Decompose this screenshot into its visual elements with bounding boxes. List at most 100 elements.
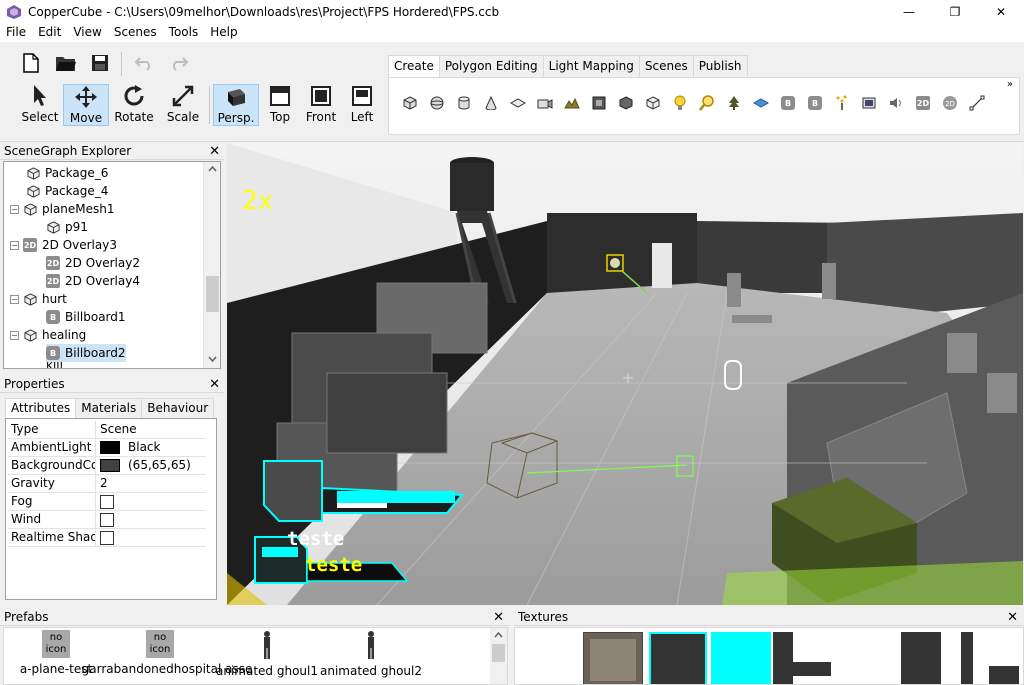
tree-item[interactable]: kill	[46, 362, 63, 368]
tree-item[interactable]: 2D 2D Overlay4	[46, 272, 140, 290]
tab-behaviour[interactable]: Behaviour	[141, 398, 215, 418]
texture-thumbnail[interactable]	[773, 632, 833, 684]
tree-item[interactable]: − planeMesh1	[10, 200, 115, 218]
undo-button[interactable]	[131, 50, 157, 76]
wind-checkbox[interactable]	[100, 512, 114, 527]
create-mesh-icon[interactable]	[617, 94, 635, 112]
close-button[interactable]: ✕	[978, 0, 1024, 23]
fog-checkbox[interactable]	[100, 494, 114, 509]
collapse-toggle-icon[interactable]: −	[10, 204, 19, 214]
tab-light-mapping[interactable]: Light Mapping	[542, 55, 640, 77]
texture-thumbnail[interactable]	[583, 632, 643, 684]
tree-item[interactable]: p91	[46, 218, 88, 236]
property-row-backgroundcolor[interactable]: BackgroundColor (65,65,65)	[8, 457, 206, 475]
create-water-icon[interactable]	[752, 94, 770, 112]
scrollbar-thumb[interactable]	[492, 644, 505, 662]
property-row-gravity[interactable]: Gravity 2	[8, 475, 206, 493]
scenegraph-close-icon[interactable]: ✕	[209, 143, 220, 160]
create-skybox-icon[interactable]	[590, 94, 608, 112]
minimize-button[interactable]: —	[886, 0, 932, 23]
scale-tool-button[interactable]: Scale	[160, 84, 206, 126]
ambient-color-swatch[interactable]	[100, 441, 120, 454]
save-button[interactable]	[87, 50, 113, 76]
scroll-up-icon[interactable]	[494, 632, 503, 638]
top-view-button[interactable]: Top	[257, 84, 303, 126]
property-row-realtime-shadows[interactable]: Realtime Shadows	[8, 529, 206, 547]
collapse-toggle-icon[interactable]: −	[10, 240, 19, 250]
tab-create[interactable]: Create	[388, 55, 440, 78]
create-search-icon[interactable]	[698, 94, 716, 112]
texture-thumbnail[interactable]	[649, 632, 707, 684]
scenegraph-tree[interactable]: Package_6 Package_4 − planeMesh1 p91 − 2…	[3, 161, 221, 369]
tab-polygon-editing[interactable]: Polygon Editing	[438, 55, 544, 77]
create-light-icon[interactable]	[671, 94, 689, 112]
create-cone-icon[interactable]	[482, 94, 500, 112]
prefab-item[interactable]: no icon garrabandonedhospital asse	[82, 630, 252, 676]
tab-materials[interactable]: Materials	[75, 398, 143, 418]
property-row-fog[interactable]: Fog	[8, 493, 206, 511]
menu-edit[interactable]: Edit	[32, 23, 67, 42]
create-tree-icon[interactable]	[725, 94, 743, 112]
menu-view[interactable]: View	[67, 23, 107, 42]
property-row-type[interactable]: Type Scene	[8, 421, 206, 439]
create-2d-overlay-icon[interactable]: 2D	[914, 94, 932, 112]
texture-thumbnail[interactable]	[835, 632, 895, 684]
collapse-toggle-icon[interactable]: −	[10, 330, 19, 340]
tree-item-selected[interactable]: B Billboard2	[46, 344, 126, 362]
front-view-button[interactable]: Front	[298, 84, 344, 126]
maximize-button[interactable]: ❐	[932, 0, 978, 23]
texture-thumbnail[interactable]	[711, 632, 771, 684]
tree-item[interactable]: − 2D 2D Overlay3	[10, 236, 117, 254]
tree-item[interactable]: 2D 2D Overlay2	[46, 254, 140, 272]
menu-help[interactable]: Help	[204, 23, 243, 42]
create-image-icon[interactable]	[860, 94, 878, 112]
create-cube-icon[interactable]	[401, 94, 419, 112]
create-billboard-text-icon[interactable]: B	[806, 94, 824, 112]
property-row-ambientlight[interactable]: AmbientLight Black	[8, 439, 206, 457]
menu-scenes[interactable]: Scenes	[108, 23, 163, 42]
more-chevron-icon[interactable]: »	[1007, 79, 1013, 90]
create-cylinder-icon[interactable]	[455, 94, 473, 112]
tree-item[interactable]: − healing	[10, 326, 86, 344]
select-tool-button[interactable]: Select	[17, 84, 63, 126]
create-terrain-icon[interactable]	[563, 94, 581, 112]
prefab-item[interactable]: animated ghoul2	[320, 630, 422, 678]
create-billboard-icon[interactable]: B	[779, 94, 797, 112]
menu-tools[interactable]: Tools	[163, 23, 205, 42]
create-sphere-icon[interactable]	[428, 94, 446, 112]
prefab-item[interactable]: animated ghoul1	[216, 630, 318, 678]
properties-close-icon[interactable]: ✕	[209, 376, 220, 393]
3d-viewport[interactable]: 2x teste teste	[227, 143, 1023, 605]
tab-publish[interactable]: Publish	[692, 55, 748, 77]
create-path-icon[interactable]	[968, 94, 986, 112]
prefabs-scrollbar[interactable]	[490, 628, 507, 684]
left-view-button[interactable]: Left	[339, 84, 385, 126]
tree-item[interactable]: B Billboard1	[46, 308, 126, 326]
scroll-up-icon[interactable]	[208, 166, 217, 172]
collapse-toggle-icon[interactable]: −	[10, 294, 19, 304]
tree-item[interactable]: Package_6	[26, 164, 108, 182]
property-value[interactable]: 2	[96, 475, 108, 492]
tree-item[interactable]: − hurt	[10, 290, 67, 308]
prefabs-close-icon[interactable]: ✕	[493, 609, 504, 626]
tree-item[interactable]: Package_4	[26, 182, 108, 200]
create-sound-icon[interactable]	[887, 94, 905, 112]
tab-attributes[interactable]: Attributes	[5, 398, 77, 418]
texture-thumbnail[interactable]	[961, 632, 1021, 684]
tab-scenes[interactable]: Scenes	[638, 55, 694, 77]
texture-thumbnail[interactable]	[899, 632, 959, 684]
create-camera-icon[interactable]	[536, 94, 554, 112]
scenegraph-scrollbar[interactable]	[203, 162, 220, 368]
perspective-view-button[interactable]: Persp.	[213, 84, 259, 126]
move-tool-button[interactable]: Move	[63, 84, 109, 126]
scrollbar-thumb[interactable]	[206, 276, 219, 312]
new-file-button[interactable]	[18, 50, 44, 76]
property-row-wind[interactable]: Wind	[8, 511, 206, 529]
background-color-swatch[interactable]	[100, 459, 120, 472]
redo-button[interactable]	[166, 50, 192, 76]
menu-file[interactable]: File	[0, 23, 32, 42]
create-particles-icon[interactable]	[833, 94, 851, 112]
textures-close-icon[interactable]: ✕	[1007, 609, 1018, 626]
rotate-tool-button[interactable]: Rotate	[111, 84, 157, 126]
open-folder-button[interactable]	[53, 50, 79, 76]
